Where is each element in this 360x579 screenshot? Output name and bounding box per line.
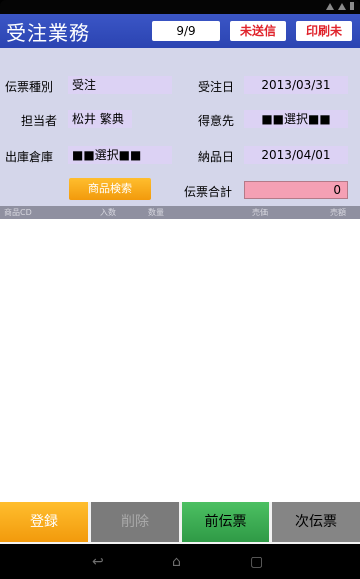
status-bar bbox=[0, 0, 360, 14]
bottom-action-bar: 登録 削除 前伝票 次伝票 bbox=[0, 502, 360, 544]
back-icon[interactable]: ↩ bbox=[92, 555, 104, 569]
column-header-unit-price: 売価 bbox=[252, 208, 268, 217]
slip-total-field: 0 bbox=[244, 181, 348, 199]
slip-type-field[interactable]: 受注 bbox=[68, 76, 172, 94]
wifi-icon bbox=[326, 2, 334, 10]
customer-field[interactable]: ■■選択■■ bbox=[244, 110, 348, 128]
column-header-product-code: 商品CD bbox=[4, 208, 32, 217]
delete-button[interactable]: 削除 bbox=[91, 502, 179, 542]
delivery-date-label: 納品日 bbox=[198, 150, 235, 164]
battery-icon bbox=[350, 2, 354, 10]
order-line-list[interactable] bbox=[0, 219, 360, 502]
record-counter: 9/9 bbox=[152, 21, 220, 41]
column-header-amount: 売額 bbox=[330, 208, 346, 217]
table-header: 商品CD 入数 数量 売価 売額 bbox=[0, 206, 360, 219]
slip-type-label: 伝票種別 bbox=[5, 80, 54, 94]
device-frame: 受注業務 9/9 未送信 印刷未 伝票種別 受注 受注日 2013/03/31 … bbox=[0, 0, 360, 579]
column-header-quantity: 数量 bbox=[148, 208, 164, 217]
register-button[interactable]: 登録 bbox=[0, 502, 88, 542]
staff-field[interactable]: 松井 繁典 bbox=[68, 110, 132, 128]
delivery-date-field[interactable]: 2013/04/01 bbox=[244, 146, 348, 164]
staff-label: 担当者 bbox=[21, 114, 58, 128]
order-date-field[interactable]: 2013/03/31 bbox=[244, 76, 348, 94]
warehouse-field[interactable]: ■■選択■■ bbox=[68, 146, 172, 164]
recents-icon[interactable]: ▢ bbox=[250, 555, 263, 569]
app-header: 受注業務 9/9 未送信 印刷未 bbox=[0, 14, 360, 48]
slip-total-label: 伝票合計 bbox=[184, 185, 233, 199]
column-header-pack-qty: 入数 bbox=[100, 208, 116, 217]
product-search-button[interactable]: 商品検索 bbox=[69, 178, 151, 200]
next-slip-button[interactable]: 次伝票 bbox=[272, 502, 360, 542]
customer-label: 得意先 bbox=[198, 114, 235, 128]
previous-slip-button[interactable]: 前伝票 bbox=[182, 502, 269, 542]
warehouse-label: 出庫倉庫 bbox=[5, 150, 54, 164]
home-icon[interactable]: ⌂ bbox=[172, 555, 181, 569]
system-nav-bar: ↩ ⌂ ▢ bbox=[0, 544, 360, 579]
signal-icon bbox=[338, 2, 346, 10]
app-screen: 受注業務 9/9 未送信 印刷未 伝票種別 受注 受注日 2013/03/31 … bbox=[0, 14, 360, 544]
print-status-button[interactable]: 印刷未 bbox=[296, 21, 352, 41]
order-date-label: 受注日 bbox=[198, 80, 235, 94]
page-title: 受注業務 bbox=[6, 21, 90, 45]
order-form: 伝票種別 受注 受注日 2013/03/31 担当者 松井 繁典 得意先 ■■選… bbox=[0, 48, 360, 206]
unsent-status-button[interactable]: 未送信 bbox=[230, 21, 286, 41]
